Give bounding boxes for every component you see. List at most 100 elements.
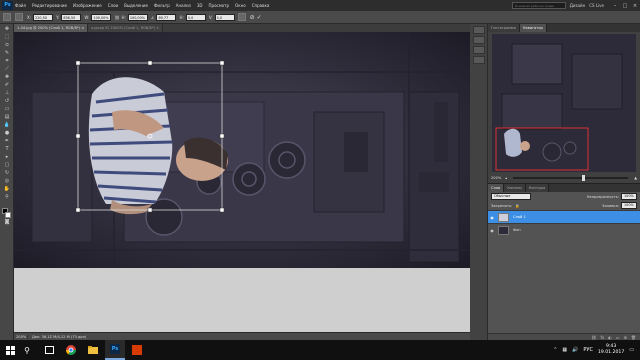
quick-select-tool-icon[interactable]: ✎ <box>2 49 12 56</box>
zoom-tool-icon[interactable]: ⚲ <box>2 193 12 200</box>
notifications-icon[interactable]: ▭ <box>629 347 634 353</box>
tab-navigator[interactable]: Навигатор <box>519 24 547 32</box>
reference-point-icon[interactable] <box>15 13 23 21</box>
layer-style-icon[interactable]: fx <box>601 335 605 340</box>
document-tab-inactive[interactable]: курсор Ю 2000% (Слой 1, RGB/8*) × <box>88 24 164 32</box>
file-explorer-icon[interactable] <box>83 340 103 360</box>
lasso-tool-icon[interactable]: ᴑ <box>2 41 12 48</box>
cs-live-button[interactable]: CS Live <box>589 3 604 8</box>
new-layer-icon[interactable]: ⊞ <box>624 335 627 340</box>
lock-icon[interactable]: 🔒 <box>515 204 519 208</box>
menu-image[interactable]: Изображение <box>73 3 102 8</box>
link-layers-icon[interactable]: ⛓ <box>591 335 596 340</box>
tab-channels[interactable]: Каналы <box>504 184 526 192</box>
menu-window[interactable]: Окно <box>235 3 246 8</box>
3d-orbit-tool-icon[interactable]: ◎ <box>2 177 12 184</box>
chrome-icon[interactable] <box>61 340 81 360</box>
fill-field[interactable]: 100% <box>621 202 637 209</box>
new-group-icon[interactable]: ▭ <box>616 335 620 340</box>
navigator-zoom-value[interactable]: 200% <box>491 176 501 180</box>
maximize-icon[interactable]: □ <box>620 3 630 9</box>
photoshop-taskbar-icon[interactable]: Ps <box>105 340 125 360</box>
layer-name[interactable]: Слой 1 <box>513 215 526 219</box>
history-panel-icon[interactable] <box>473 26 485 34</box>
trash-icon[interactable]: 🗑 <box>631 335 636 340</box>
menu-layers[interactable]: Слои <box>108 3 118 8</box>
slider-knob[interactable] <box>582 175 586 181</box>
tab-histogram[interactable]: Гистограмма <box>488 24 520 32</box>
volume-icon[interactable]: 🔊 <box>572 347 578 353</box>
tab-layers[interactable]: Слои <box>488 184 505 192</box>
tray-up-arrow-icon[interactable]: ⌃ <box>553 347 557 353</box>
task-view-icon[interactable] <box>39 340 59 360</box>
eyedropper-tool-icon[interactable]: ⟋ <box>2 65 12 72</box>
y-position-field[interactable]: 836,50 пикс <box>61 13 82 21</box>
workspace-search-input[interactable] <box>511 2 566 9</box>
photoshop-logo[interactable]: Ps <box>2 1 13 10</box>
3d-rotate-tool-icon[interactable]: ↻ <box>2 169 12 176</box>
warp-mode-icon[interactable] <box>237 13 246 21</box>
document-tab-active[interactable]: 1-44.jpg @ 200% (Слой 1, RGB/8*) × <box>14 24 89 32</box>
gradient-tool-icon[interactable]: ▤ <box>2 113 12 120</box>
path-select-tool-icon[interactable]: ▸ <box>2 153 12 160</box>
close-icon[interactable]: × <box>630 3 640 9</box>
info-panel-icon[interactable] <box>473 46 485 54</box>
brush-tool-icon[interactable]: ✐ <box>2 81 12 88</box>
layer-row[interactable]: ◉ Фон <box>488 223 640 236</box>
navigator-zoom-slider[interactable] <box>513 175 629 181</box>
x-position-field[interactable]: 220,50 пикс <box>33 13 54 21</box>
blend-mode-select[interactable]: Обычные <box>491 193 531 200</box>
width-scale-field[interactable]: 100,00% <box>91 13 112 21</box>
zoom-level[interactable]: 200% <box>14 334 28 339</box>
type-tool-icon[interactable]: T <box>2 145 12 152</box>
cancel-transform-icon[interactable]: ⊘ <box>250 14 255 21</box>
document-canvas[interactable] <box>14 32 470 268</box>
crop-tool-icon[interactable]: ⌗ <box>2 57 12 64</box>
tab-paths[interactable]: Контуры <box>525 184 550 192</box>
windows-start-icon[interactable] <box>3 340 17 360</box>
background-color-swatch[interactable] <box>5 212 11 218</box>
navigator-thumbnail[interactable] <box>492 34 636 172</box>
visibility-eye-icon[interactable]: ◉ <box>488 228 496 233</box>
dodge-tool-icon[interactable]: ● <box>2 129 12 136</box>
height-scale-field[interactable]: 100,00% <box>127 13 148 21</box>
menu-help[interactable]: Справка <box>252 3 270 8</box>
actions-panel-icon[interactable] <box>473 36 485 44</box>
clock[interactable]: 9:43 19.01.2017 <box>598 344 624 356</box>
clone-stamp-tool-icon[interactable]: ⊥ <box>2 89 12 96</box>
eraser-tool-icon[interactable]: ▭ <box>2 105 12 112</box>
menu-edit[interactable]: Редактирование <box>32 3 67 8</box>
shape-tool-icon[interactable]: ▢ <box>2 161 12 168</box>
document-size-info[interactable]: Док: 36,1Z М/4,12 М (73 дол) <box>28 335 86 339</box>
transform-tool-icon[interactable] <box>3 13 11 21</box>
add-mask-icon[interactable]: ◐ <box>608 335 612 340</box>
layer-name[interactable]: Фон <box>513 228 521 232</box>
history-brush-tool-icon[interactable]: ↺ <box>2 97 12 104</box>
menu-filter[interactable]: Фильтр <box>154 3 170 8</box>
move-tool-icon[interactable]: ✥ <box>2 25 12 32</box>
angle-field[interactable]: 89,77 <box>156 13 177 21</box>
opacity-field[interactable]: 100% <box>621 193 637 200</box>
menu-analysis[interactable]: Анализ <box>176 3 191 8</box>
workspace-label[interactable]: Дизайн <box>570 3 586 8</box>
hand-tool-icon[interactable]: ✋ <box>2 185 12 192</box>
network-icon[interactable]: ▦ <box>562 347 567 353</box>
zoom-out-icon[interactable]: ▴ <box>505 176 507 180</box>
input-language[interactable]: РУС <box>583 347 593 353</box>
layer-row-selected[interactable]: ◉ Слой 1 <box>488 210 640 223</box>
menu-file[interactable]: Файл <box>15 3 26 8</box>
h-skew-field[interactable]: 0,0 <box>185 13 206 21</box>
office-icon[interactable] <box>127 340 147 360</box>
chain-link-icon[interactable]: ⛓ <box>114 15 119 20</box>
commit-transform-icon[interactable]: ✓ <box>257 14 262 21</box>
visibility-eye-icon[interactable]: ◉ <box>488 215 496 220</box>
zoom-in-icon[interactable]: ▲ <box>634 176 637 180</box>
pen-tool-icon[interactable]: ✒ <box>2 137 12 144</box>
menu-select[interactable]: Выделение <box>124 3 148 8</box>
marquee-tool-icon[interactable]: ⬚ <box>2 33 12 40</box>
menu-3d[interactable]: 3D <box>197 3 203 8</box>
minimize-icon[interactable]: – <box>610 3 620 9</box>
menu-view[interactable]: Просмотр <box>209 3 230 8</box>
blur-tool-icon[interactable]: 💧 <box>2 121 12 128</box>
search-icon[interactable]: ⚲ <box>17 340 37 360</box>
